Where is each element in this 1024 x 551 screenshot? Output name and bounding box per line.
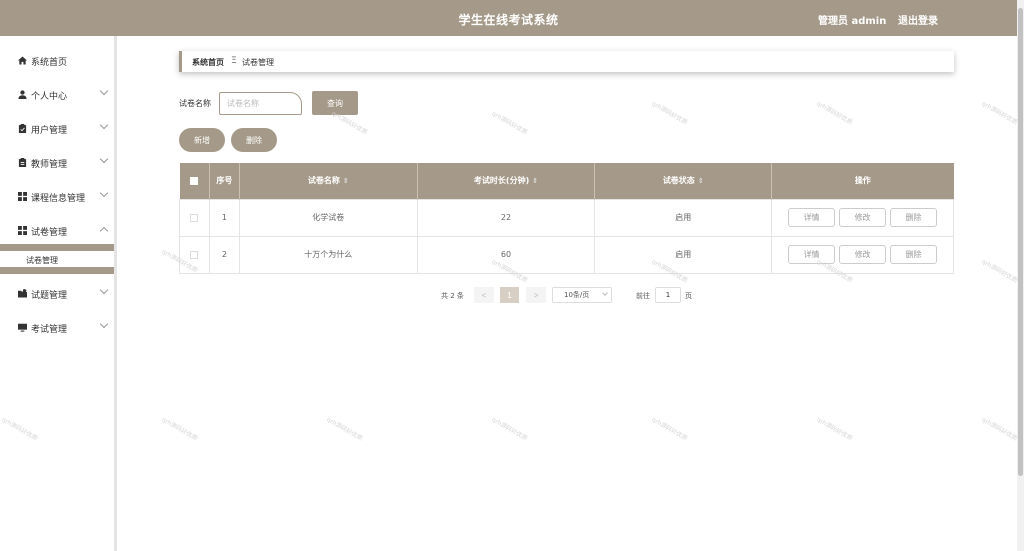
page-scrollbar[interactable] [1017,0,1024,551]
row-delete-button[interactable]: 删除 [890,245,938,264]
chevron-down-icon [99,154,109,164]
edit-button[interactable]: 修改 [839,245,887,264]
cell-ops: 详情 修改 删除 [771,198,954,237]
header-status[interactable]: 试卷状态 ⇕ [594,163,773,199]
watermark-text: qrh源码好优质 [980,416,1019,443]
header-select-all[interactable] [179,163,210,199]
cell-index: 1 [208,198,240,237]
sidebar-item-label: 试卷管理 [31,228,68,238]
watermark-text: qrh源码好优质 [815,100,854,127]
table-header-row: 序号 试卷名称 ⇕ 考试时长(分钟) ⇕ 试卷状态 ⇕ 操作 [179,163,954,199]
top-header: 学生在线考试系统 管理员 admin 退出登录 [0,0,1017,36]
table-row: 2 十万个为什么 60 启用 详情 修改 删除 [179,235,954,274]
watermark-text: qrh源码好优质 [325,416,364,443]
pagination: 共 2 条 < 1 > 10条/页 前往 页 [0,286,1024,304]
cell-name: 十万个为什么 [238,235,418,274]
cell-index: 2 [208,235,240,274]
prev-page-button[interactable]: < [474,287,494,303]
sidebar-item-label: 个人中心 [31,92,68,102]
cell-status: 启用 [594,198,773,237]
page-number-button[interactable]: 1 [500,287,519,303]
chevron-down-icon [99,319,109,329]
home-icon [18,56,27,65]
breadcrumb: 系统首页 Ξ 试卷管理 [179,51,954,72]
watermark-text: qrh源码好优质 [160,416,199,443]
chevron-up-icon [99,226,109,236]
pagination-total: 共 2 条 [441,292,464,300]
sidebar-submenu: 试卷管理 [0,244,114,274]
clipboard-icon [18,158,27,167]
watermark-text: qrh源码好优质 [650,100,689,127]
chevron-down-icon [602,290,608,296]
sidebar-item-papers[interactable]: 试卷管理 [0,221,114,241]
chevron-down-icon [99,188,109,198]
sort-icon[interactable]: ⇕ [343,177,349,185]
header-ops: 操作 [771,163,954,199]
sort-icon[interactable]: ⇕ [698,177,704,185]
row-checkbox[interactable] [190,213,199,222]
add-button[interactable]: 新增 [179,128,225,152]
watermark-text: qrh源码好优质 [490,416,529,443]
watermark-text: qrh源码好优质 [980,258,1019,285]
chevron-down-icon [99,120,109,130]
watermark-text: qrh源码好优质 [815,416,854,443]
cell-duration: 60 [416,235,596,274]
sidebar-item-courses[interactable]: 课程信息管理 [0,187,114,207]
header-duration[interactable]: 考试时长(分钟) ⇕ [417,163,596,199]
sidebar-item-label: 教师管理 [31,160,68,170]
sidebar-item-label: 用户管理 [31,126,68,136]
sidebar-item-exams[interactable]: 考试管理 [0,318,114,338]
breadcrumb-current: 试卷管理 [242,58,274,67]
detail-button[interactable]: 详情 [788,245,836,264]
sidebar-subitem-papers[interactable]: 试卷管理 [26,255,58,266]
delete-button[interactable]: 删除 [231,128,277,152]
logout-link[interactable]: 退出登录 [898,12,938,27]
grid-icon [18,192,27,201]
goto-page-input[interactable] [655,287,681,303]
page-size-select[interactable]: 10条/页 [552,287,612,303]
admin-label: 管理员 admin [818,16,887,27]
sort-icon[interactable]: ⇕ [532,177,538,185]
row-delete-button[interactable]: 删除 [890,208,938,227]
sidebar-item-label: 考试管理 [31,325,68,335]
scrollbar-thumb[interactable] [1018,8,1023,476]
breadcrumb-home[interactable]: 系统首页 [192,57,224,68]
row-checkbox[interactable] [190,250,199,259]
sidebar-item-teachers[interactable]: 教师管理 [0,153,114,173]
header-index: 序号 [209,163,240,199]
select-all-checkbox[interactable] [190,176,199,185]
query-button[interactable]: 查询 [312,91,358,115]
sidebar-item-label: 课程信息管理 [31,194,86,204]
watermark-text: qrh源码好优质 [980,100,1019,127]
sidebar-item-personal[interactable]: 个人中心 [0,85,114,105]
chevron-down-icon [99,86,109,96]
edit-button[interactable]: 修改 [839,208,887,227]
user-icon [18,90,27,99]
sidebar-item-label: 系统首页 [31,58,68,68]
search-input[interactable] [219,92,302,115]
watermark-text: qrh源码好优质 [490,110,529,137]
sidebar-item-home[interactable]: 系统首页 [0,51,114,71]
sidebar-item-users[interactable]: 用户管理 [0,119,114,139]
search-label: 试卷名称 [179,99,211,108]
table-row: 1 化学试卷 22 启用 详情 修改 删除 [179,198,954,237]
clipboard-icon [18,124,27,133]
next-page-button[interactable]: > [526,287,546,303]
cell-duration: 22 [416,198,596,237]
goto-suffix: 页 [685,292,692,300]
header-name[interactable]: 试卷名称 ⇕ [239,163,418,199]
goto-prefix: 前往 [636,292,650,300]
cell-status: 启用 [594,235,773,274]
grid-icon [18,226,27,235]
monitor-icon [18,323,27,332]
watermark-text: qrh源码好优质 [650,416,689,443]
papers-table: 序号 试卷名称 ⇕ 考试时长(分钟) ⇕ 试卷状态 ⇕ 操作 1 化学试卷 22 启用… [179,163,954,274]
detail-button[interactable]: 详情 [788,208,836,227]
breadcrumb-separator: Ξ [231,56,237,66]
cell-ops: 详情 修改 删除 [771,235,954,274]
cell-name: 化学试卷 [238,198,418,237]
